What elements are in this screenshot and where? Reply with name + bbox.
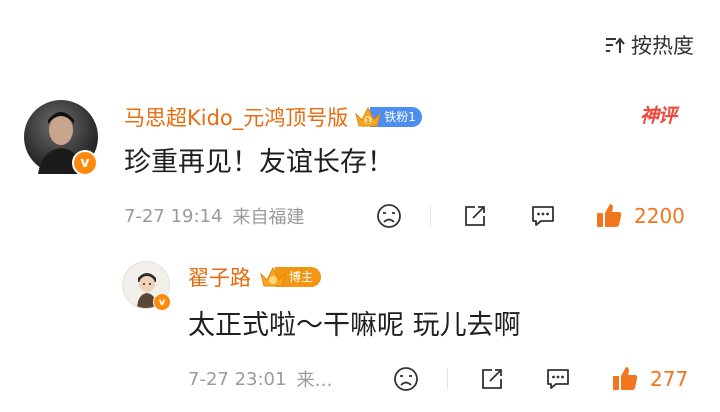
crown-icon: [260, 266, 286, 287]
share-icon: [465, 206, 485, 226]
comment-text: 珍重再见！友谊长存！: [124, 147, 394, 178]
comment-meta: 7-27 19:14 来自福建 2200: [124, 203, 696, 229]
comment-author-row: 马思超Kido_元鸿顶号版 1 铁粉1: [124, 102, 422, 132]
comment-username[interactable]: 马思超Kido_元鸿顶号版: [124, 102, 348, 132]
reply-text: 太正式啦～干嘛呢 玩儿去啊: [188, 310, 521, 341]
verified-icon: v: [72, 150, 98, 176]
divider: [430, 205, 431, 227]
dislike-face-icon: [377, 204, 401, 228]
like-count: 277: [650, 367, 689, 391]
dislike-button[interactable]: [376, 203, 402, 234]
comment-date: 7-27 19:14: [124, 205, 223, 227]
reply-button[interactable]: [544, 366, 572, 397]
comment-location: 来自福建: [232, 207, 305, 228]
like-thumb-icon: [597, 204, 622, 227]
like-button[interactable]: 2200: [594, 201, 685, 231]
sort-label: 按热度: [631, 34, 694, 58]
dislike-button[interactable]: [393, 366, 419, 397]
reply-location: 来…: [296, 370, 333, 391]
like-count: 2200: [634, 204, 685, 228]
like-thumb-icon: [613, 367, 638, 390]
share-button[interactable]: [462, 203, 488, 234]
sort-icon: [606, 37, 625, 53]
crown-icon: 1: [355, 106, 382, 127]
comment-icon: [547, 369, 569, 389]
share-button[interactable]: [479, 366, 505, 397]
divider: [447, 368, 448, 390]
comment-icon: [532, 206, 554, 226]
reply-meta: 7-27 23:01 来… 277: [188, 366, 696, 392]
reply-username[interactable]: 翟子路: [188, 262, 251, 292]
sort-by-heat-button[interactable]: 按热度: [605, 30, 694, 60]
reply-author-row: 翟子路 博主: [188, 262, 322, 292]
verified-icon: v: [153, 293, 171, 311]
like-button[interactable]: 277: [610, 364, 688, 394]
svg-text:1: 1: [366, 117, 370, 125]
reply-date: 7-27 23:01: [188, 368, 287, 390]
dislike-face-icon: [394, 367, 418, 391]
god-comment-tag: 神评: [640, 105, 677, 127]
host-badge: 博主: [259, 264, 322, 290]
fan-badge[interactable]: 1 铁粉1: [354, 104, 422, 130]
share-icon: [482, 369, 502, 389]
reply-button[interactable]: [529, 203, 557, 234]
